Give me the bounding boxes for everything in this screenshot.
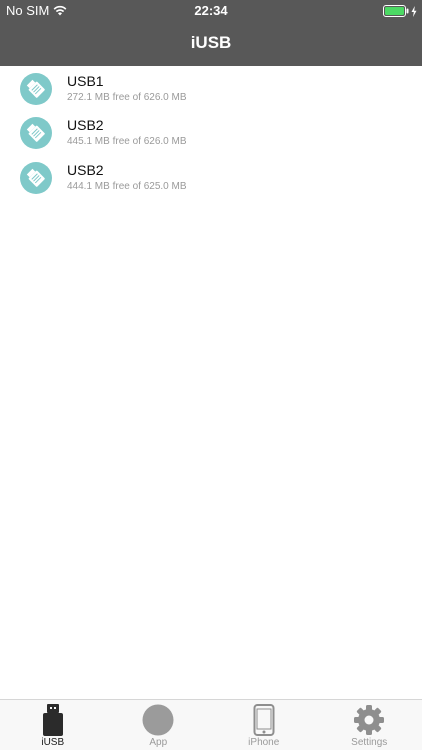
- drive-name: USB2: [67, 162, 104, 178]
- usb-drive-icon: [20, 117, 52, 149]
- usb-drive-icon: [20, 162, 52, 194]
- app-circle-icon: [142, 704, 174, 741]
- drive-name: USB2: [67, 117, 104, 133]
- usb-drive-icon: [20, 73, 52, 105]
- battery-indicator: [383, 5, 417, 17]
- nav-title: iUSB: [190, 33, 232, 52]
- tab-label: iPhone: [248, 737, 280, 748]
- tab-label: App: [149, 737, 168, 748]
- tab-bar: iUSB App iPhone Settings: [0, 699, 422, 750]
- header: No SIM 22:34 iUSB: [0, 0, 422, 66]
- iphone-icon: [253, 704, 275, 741]
- drive-free-space: 444.1 MB free of 625.0 MB: [67, 181, 187, 192]
- battery-icon: [383, 5, 409, 17]
- tab-label: iUSB: [41, 737, 65, 748]
- tab-iusb[interactable]: iUSB: [0, 700, 106, 750]
- drive-free-space: 445.1 MB free of 626.0 MB: [67, 136, 187, 147]
- app-screen: No SIM 22:34 iUSB USB1 272.1 MB free of …: [0, 0, 422, 750]
- drive-list: USB1 272.1 MB free of 626.0 MB USB2 445.…: [0, 66, 422, 200]
- gear-icon: [353, 704, 385, 741]
- drive-name: USB1: [67, 73, 104, 89]
- tab-label: Settings: [351, 737, 388, 748]
- tab-iphone[interactable]: iPhone: [211, 700, 317, 750]
- charging-bolt-icon: [411, 5, 417, 17]
- tab-settings[interactable]: Settings: [317, 700, 422, 750]
- drive-item[interactable]: USB1 272.1 MB free of 626.0 MB: [0, 66, 422, 110]
- drive-item[interactable]: USB2 445.1 MB free of 626.0 MB: [0, 110, 422, 155]
- drive-free-space: 272.1 MB free of 626.0 MB: [67, 92, 187, 103]
- drive-item[interactable]: USB2 444.1 MB free of 625.0 MB: [0, 155, 422, 200]
- tab-app[interactable]: App: [106, 700, 212, 750]
- usb-stick-icon: [42, 704, 64, 741]
- status-bar: No SIM 22:34: [0, 0, 422, 22]
- status-time: 22:34: [194, 3, 228, 18]
